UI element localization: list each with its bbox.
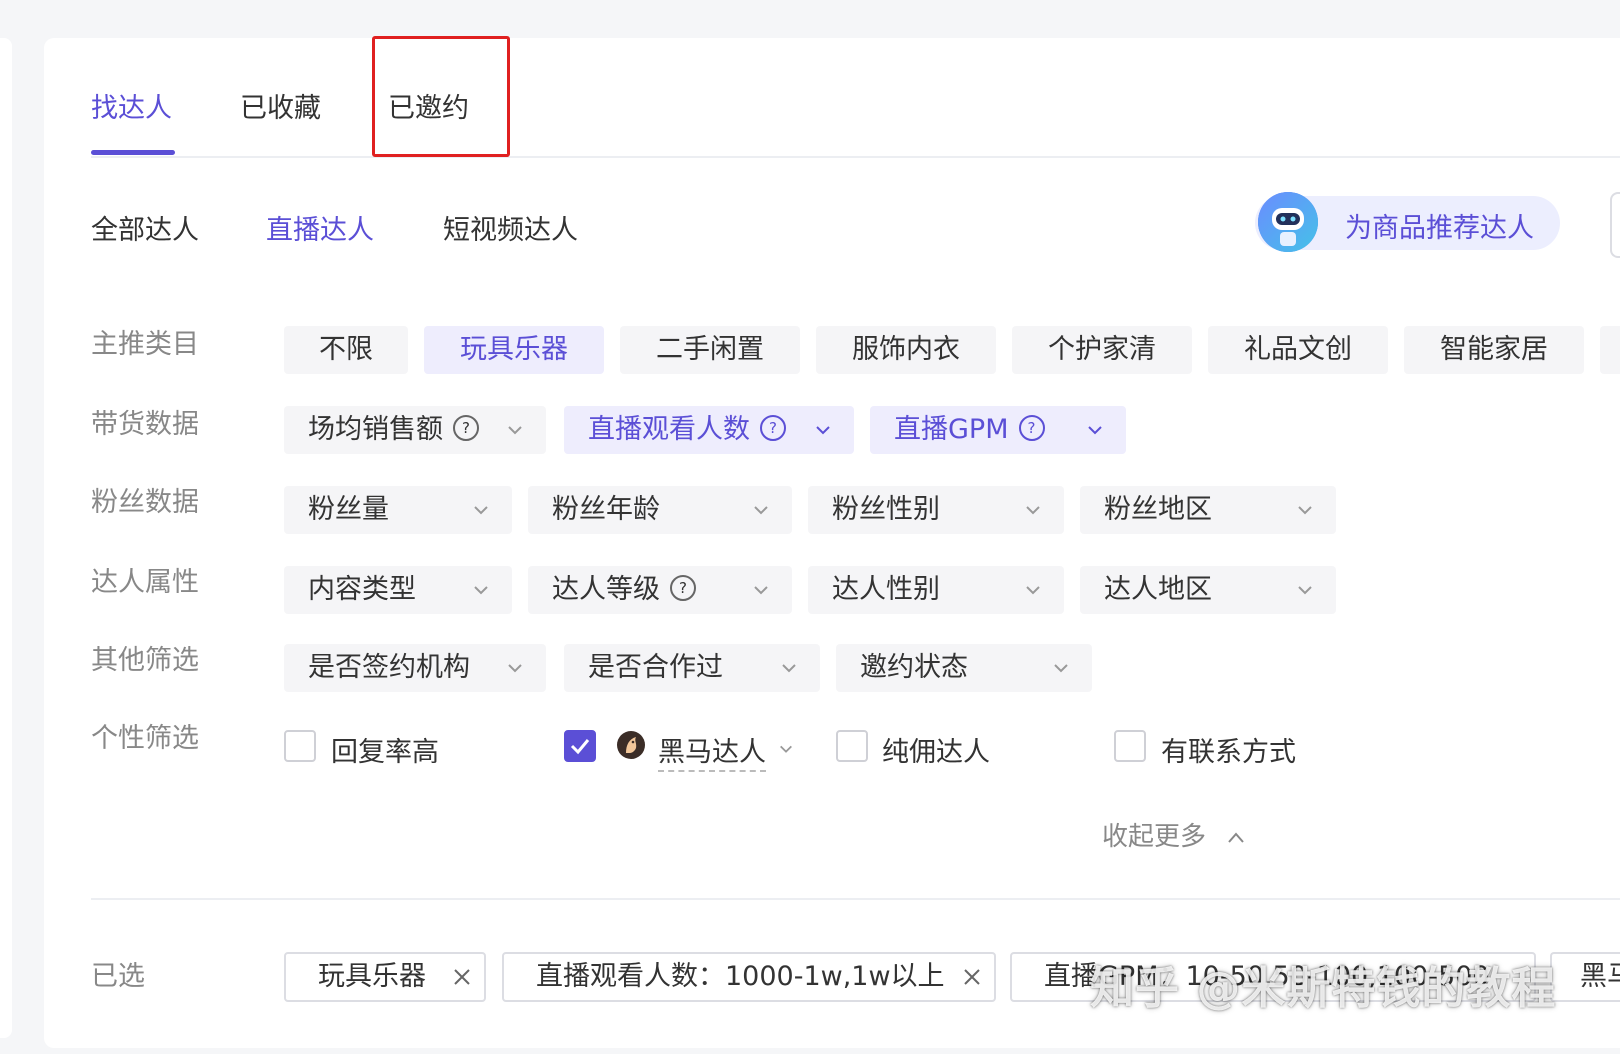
checkbox-label: 有联系方式	[1161, 737, 1296, 768]
right-edge-control[interactable]	[1610, 192, 1620, 258]
row-label-personal: 个性筛选	[91, 723, 199, 754]
checkbox-has-contact[interactable]	[1114, 730, 1146, 762]
checkbox-reply-rate[interactable]	[284, 730, 316, 762]
checkbox-label: 纯佣达人	[882, 737, 990, 768]
selected-tag-label: 玩具乐器	[318, 961, 426, 992]
checkbox-label: 黑马达人	[658, 730, 766, 772]
dropdown-label: 是否合作过	[588, 652, 723, 683]
chevron-down-icon	[1088, 426, 1102, 435]
dropdown-label: 达人性别	[832, 574, 940, 605]
selected-tag-label: 直播观看人数：1000-1w,1w以上	[536, 961, 945, 992]
dropdown-label: 粉丝年龄	[552, 494, 660, 525]
dropdown-label: 粉丝地区	[1104, 494, 1212, 525]
category-chip-gifts[interactable]: 礼品文创	[1208, 326, 1388, 374]
chevron-down-icon	[1054, 664, 1068, 673]
chevron-up-icon	[1228, 831, 1245, 843]
row-label-selected: 已选	[91, 961, 145, 992]
subtab-live[interactable]: 直播达人	[266, 208, 374, 247]
dropdown-content-type[interactable]: 内容类型	[284, 566, 512, 614]
category-chip-smart-home[interactable]: 智能家居	[1404, 326, 1584, 374]
dropdown-invite-status[interactable]: 邀约状态	[836, 644, 1092, 692]
tab-find-influencers[interactable]: 找达人	[91, 86, 172, 125]
chevron-down-icon	[1298, 506, 1312, 515]
selected-tag: 黑马	[1550, 952, 1620, 1002]
dropdown-level[interactable]: 达人等级?	[528, 566, 792, 614]
dropdown-label: 达人等级	[552, 574, 660, 605]
annotation-highlight-box	[372, 36, 510, 157]
dropdown-label: 内容类型	[308, 574, 416, 605]
collapse-more-button[interactable]: 收起更多	[1102, 816, 1246, 853]
help-icon[interactable]: ?	[760, 414, 786, 441]
dropdown-label: 直播观看人数	[588, 414, 750, 445]
checkmark-icon	[570, 739, 590, 755]
chevron-down-icon	[474, 586, 488, 595]
help-icon[interactable]: ?	[1018, 414, 1045, 441]
checkbox-label: 回复率高	[331, 737, 439, 768]
dropdown-label: 粉丝量	[308, 494, 389, 525]
chevron-down-icon	[754, 586, 768, 595]
left-panel-edge	[0, 38, 12, 1038]
dropdown-label: 是否签约机构	[308, 652, 470, 683]
category-chip-more[interactable]	[1600, 326, 1620, 374]
chevron-down-icon	[816, 426, 830, 435]
category-chip-apparel[interactable]: 服饰内衣	[816, 326, 996, 374]
dropdown-signed-agency[interactable]: 是否签约机构	[284, 644, 546, 692]
chevron-down-icon	[1298, 586, 1312, 595]
chevron-down-icon[interactable]	[778, 741, 794, 757]
main-card	[44, 38, 1620, 1048]
close-icon[interactable]	[962, 967, 982, 987]
dropdown-fans-age[interactable]: 粉丝年龄	[528, 486, 792, 534]
dropdown-live-viewers[interactable]: 直播观看人数?	[564, 406, 854, 454]
subtab-all[interactable]: 全部达人	[91, 208, 199, 247]
selected-tag-label: 黑马	[1580, 961, 1620, 992]
help-icon[interactable]: ?	[670, 574, 696, 601]
chevron-down-icon	[1026, 506, 1040, 515]
dropdown-label: 粉丝性别	[832, 494, 940, 525]
tab-favorites[interactable]: 已收藏	[240, 86, 321, 125]
watermark: 知乎 @米斯特钱的教程	[1090, 963, 1557, 1014]
checkbox-commission-only[interactable]	[836, 730, 868, 762]
chevron-down-icon	[508, 426, 522, 435]
robot-icon	[1258, 192, 1318, 252]
row-label-attributes: 达人属性	[91, 567, 199, 598]
row-label-other: 其他筛选	[91, 645, 199, 676]
category-chip-toys[interactable]: 玩具乐器	[424, 326, 604, 374]
category-chip-unlimited[interactable]: 不限	[284, 326, 408, 374]
selected-tag: 直播观看人数：1000-1w,1w以上	[502, 952, 996, 1002]
chevron-down-icon	[754, 506, 768, 515]
dropdown-label: 场均销售额	[308, 414, 443, 445]
chevron-down-icon	[508, 664, 522, 673]
dropdown-live-gpm[interactable]: 直播GPM?	[870, 406, 1126, 454]
category-chip-personal-care[interactable]: 个护家清	[1012, 326, 1192, 374]
dropdown-fans-count[interactable]: 粉丝量	[284, 486, 512, 534]
help-icon[interactable]: ?	[453, 414, 479, 441]
dropdown-avg-sales[interactable]: 场均销售额?	[284, 406, 546, 454]
dropdown-label: 直播GPM	[894, 414, 1009, 445]
recommend-button-label: 为商品推荐达人	[1345, 213, 1534, 244]
selected-tag: 玩具乐器	[284, 952, 486, 1002]
active-tab-indicator	[91, 150, 175, 155]
close-icon[interactable]	[452, 967, 472, 987]
category-chip-secondhand[interactable]: 二手闲置	[620, 326, 800, 374]
dark-horse-label[interactable]: 黑马达人	[658, 737, 766, 772]
collapse-label: 收起更多	[1102, 822, 1207, 852]
row-label-category: 主推类目	[91, 329, 199, 360]
chevron-down-icon	[782, 664, 796, 673]
row-label-sales-data: 带货数据	[91, 409, 199, 440]
dropdown-cooperated[interactable]: 是否合作过	[564, 644, 820, 692]
chevron-down-icon	[1026, 586, 1040, 595]
dark-horse-icon	[617, 731, 645, 759]
tab-divider	[91, 156, 1620, 158]
chevron-down-icon	[474, 506, 488, 515]
subtab-short-video[interactable]: 短视频达人	[443, 208, 578, 247]
row-label-fans-data: 粉丝数据	[91, 487, 199, 518]
section-divider	[91, 898, 1620, 900]
dropdown-label: 邀约状态	[860, 652, 968, 683]
dropdown-label: 达人地区	[1104, 574, 1212, 605]
checkbox-dark-horse[interactable]	[564, 730, 596, 762]
dropdown-gender[interactable]: 达人性别	[808, 566, 1064, 614]
dropdown-region[interactable]: 达人地区	[1080, 566, 1336, 614]
dropdown-fans-region[interactable]: 粉丝地区	[1080, 486, 1336, 534]
dropdown-fans-gender[interactable]: 粉丝性别	[808, 486, 1064, 534]
